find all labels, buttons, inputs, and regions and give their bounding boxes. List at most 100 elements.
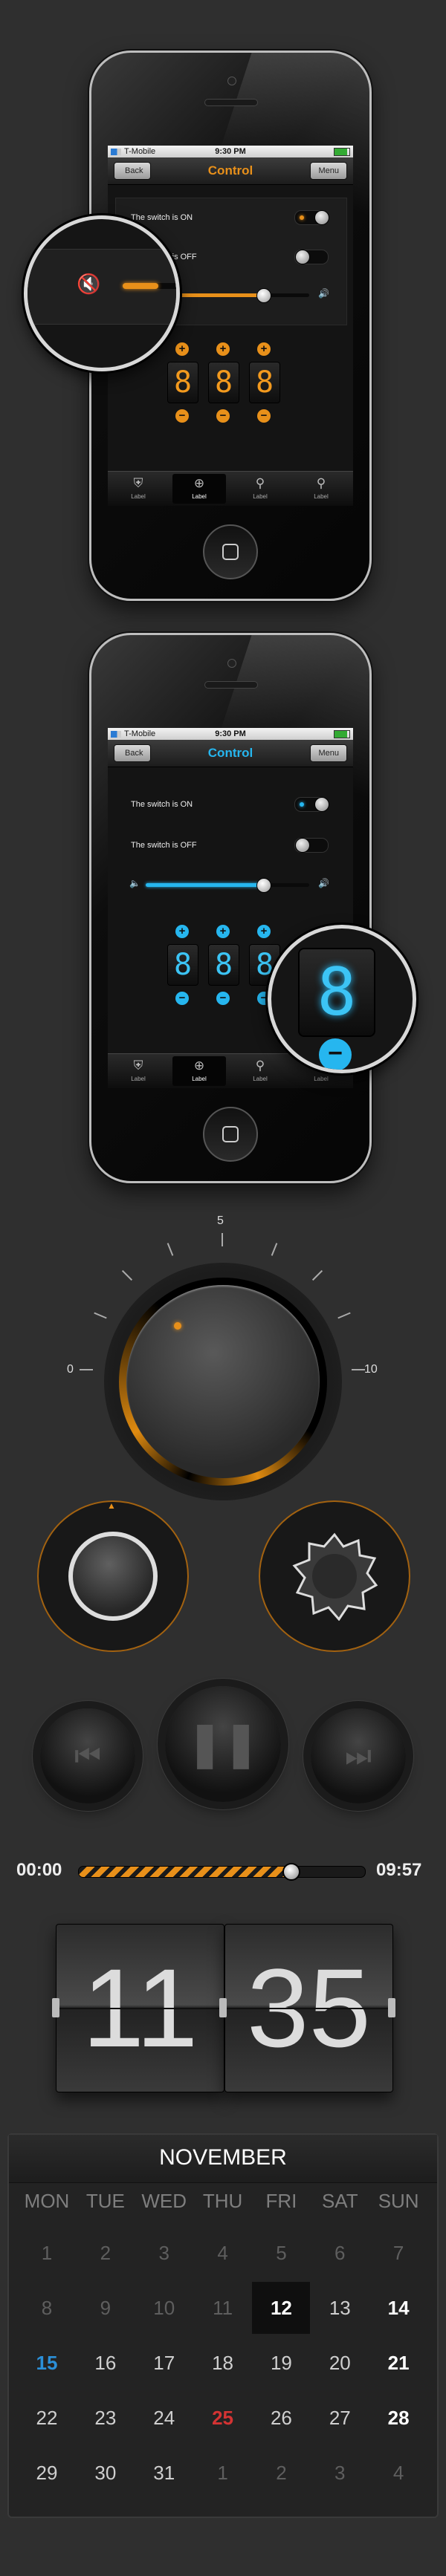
switch-indicator-dot <box>300 215 304 220</box>
flip-clock-hinge <box>388 1998 395 2017</box>
calendar-day[interactable]: 3 <box>135 2227 193 2279</box>
flip-clock-hinge <box>52 1998 59 2017</box>
tab-item-2[interactable]: ⊕ Label <box>172 474 226 504</box>
home-square-icon <box>222 544 239 560</box>
toggle-switch-on[interactable] <box>294 797 329 812</box>
knob-face <box>68 1532 158 1621</box>
calendar-day[interactable]: 30 <box>77 2447 135 2499</box>
calendar-day[interactable]: 23 <box>77 2392 135 2444</box>
calendar-day[interactable]: 1 <box>194 2447 252 2499</box>
increment-button[interactable]: + <box>257 342 271 356</box>
switch-knob <box>295 250 310 264</box>
calendar-widget: NOVEMBER MON TUE WED THU FRI SAT SUN 1 2 3 4 5 6 7 8 9 1… <box>7 2133 439 2518</box>
calendar-day[interactable]: 7 <box>369 2227 427 2279</box>
phone-mockup-blue: T-Mobile 9:30 PM Back Control Menu The s… <box>89 633 372 1183</box>
shield-icon: ⛨ <box>133 1058 143 1073</box>
calendar-day[interactable]: 16 <box>77 2337 135 2389</box>
weekday-header: FRI <box>265 2190 297 2212</box>
magnifier-lens-orange: 🔇 <box>24 215 180 371</box>
calendar-day[interactable]: 4 <box>369 2447 427 2499</box>
decrement-button[interactable]: − <box>216 992 230 1005</box>
next-track-button[interactable]: ⏭ <box>311 1708 406 1803</box>
calendar-day[interactable]: 18 <box>194 2337 252 2389</box>
volume-slider-thumb[interactable] <box>256 288 272 303</box>
home-button[interactable] <box>203 524 258 579</box>
speaker-grille <box>204 99 258 106</box>
calendar-day[interactable]: 27 <box>311 2392 369 2444</box>
magnified-digit: 8 <box>317 954 357 1030</box>
magnified-decrement-button[interactable]: − <box>319 1038 352 1070</box>
calendar-day[interactable]: 8 <box>18 2282 76 2334</box>
calendar-day[interactable]: 22 <box>18 2392 76 2444</box>
skip-back-icon: ⏮ <box>74 1740 101 1772</box>
calendar-day[interactable]: 25 <box>194 2392 252 2444</box>
calendar-day[interactable]: 2 <box>252 2447 310 2499</box>
tab-item-4[interactable]: ⚲ Label <box>294 474 348 504</box>
toggle-switch-off[interactable] <box>294 838 329 853</box>
playback-progress-thumb[interactable] <box>282 1863 300 1881</box>
calendar-day[interactable]: 21 <box>369 2337 427 2389</box>
home-button[interactable] <box>203 1107 258 1162</box>
digit-column-2: + 8 − <box>208 342 239 423</box>
camera-icon <box>227 77 236 85</box>
increment-button[interactable]: + <box>257 925 271 938</box>
calendar-day[interactable]: 9 <box>77 2282 135 2334</box>
knob-gear[interactable] <box>259 1500 410 1652</box>
battery-icon <box>334 730 350 738</box>
magnified-slider-track <box>123 283 176 289</box>
previous-track-button[interactable]: ⏮ <box>40 1708 135 1803</box>
calendar-day[interactable]: 29 <box>18 2447 76 2499</box>
calendar-day[interactable]: 26 <box>252 2392 310 2444</box>
calendar-day[interactable]: 24 <box>135 2392 193 2444</box>
calendar-day[interactable]: 17 <box>135 2337 193 2389</box>
tab-item-1[interactable]: ⛨ Label <box>112 1056 165 1086</box>
switch-indicator-dot <box>300 802 304 807</box>
tab-item-1[interactable]: ⛨ Label <box>112 474 165 504</box>
knob-smooth[interactable]: ▲ <box>37 1500 189 1652</box>
calendar-day[interactable]: 11 <box>194 2282 252 2334</box>
calendar-day[interactable]: 2 <box>77 2227 135 2279</box>
increment-button[interactable]: + <box>175 925 189 938</box>
elapsed-time: 00:00 <box>16 1860 62 1880</box>
tick-mark <box>337 1312 351 1319</box>
tick-mark <box>352 1369 365 1370</box>
increment-button[interactable]: + <box>216 925 230 938</box>
increment-button[interactable]: + <box>216 342 230 356</box>
calendar-day[interactable]: 15 <box>18 2337 76 2389</box>
pause-button[interactable]: ❚❚ <box>165 1686 281 1802</box>
toggle-switch-on[interactable] <box>294 210 329 225</box>
calendar-day[interactable]: 28 <box>369 2392 427 2444</box>
toggle-switch-off[interactable] <box>294 250 329 264</box>
flip-clock-minutes: 35 <box>224 1924 393 2092</box>
calendar-day[interactable]: 14 <box>369 2282 427 2334</box>
digit-column-3: + 8 − <box>249 342 280 423</box>
calendar-day[interactable]: 5 <box>252 2227 310 2279</box>
tab-item-2[interactable]: ⊕ Label <box>172 1056 226 1086</box>
calendar-day[interactable]: 3 <box>311 2447 369 2499</box>
calendar-day[interactable]: 12 <box>252 2282 311 2334</box>
decrement-button[interactable]: − <box>257 409 271 423</box>
tab-item-3[interactable]: ⚲ Label <box>233 474 287 504</box>
decrement-button[interactable]: − <box>175 409 189 423</box>
menu-button[interactable]: Menu <box>310 744 347 762</box>
calendar-day[interactable]: 1 <box>18 2227 76 2279</box>
calendar-day[interactable]: 6 <box>311 2227 369 2279</box>
increment-button[interactable]: + <box>175 342 189 356</box>
calendar-day[interactable]: 10 <box>135 2282 193 2334</box>
decrement-button[interactable]: − <box>175 992 189 1005</box>
calendar-day[interactable]: 13 <box>311 2282 369 2334</box>
volume-slider[interactable] <box>146 878 309 893</box>
volume-knob-large[interactable] <box>104 1263 342 1500</box>
status-time: 9:30 PM <box>215 729 246 738</box>
decrement-button[interactable]: − <box>216 409 230 423</box>
calendar-day[interactable]: 19 <box>252 2337 310 2389</box>
playback-progress-bar[interactable] <box>78 1866 366 1878</box>
menu-button[interactable]: Menu <box>310 162 347 180</box>
calendar-day[interactable]: 31 <box>135 2447 193 2499</box>
calendar-day[interactable]: 4 <box>194 2227 252 2279</box>
tab-item-3[interactable]: ⚲ Label <box>233 1056 287 1086</box>
calendar-day[interactable]: 20 <box>311 2337 369 2389</box>
volume-slider-thumb[interactable] <box>256 878 272 893</box>
tick-mark <box>222 1233 223 1246</box>
weekday-header: THU <box>202 2190 243 2212</box>
